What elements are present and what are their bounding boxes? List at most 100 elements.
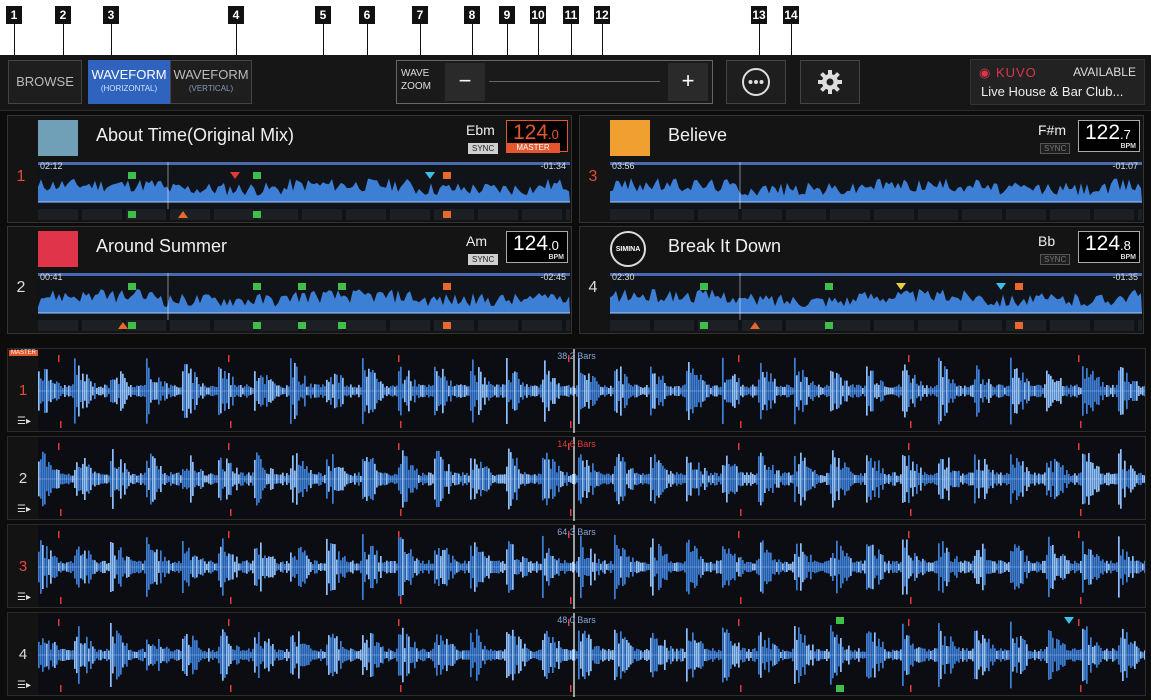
sync-button[interactable]: SYNC (1040, 143, 1071, 154)
rekordbox-screen: BROWSE WAVEFORM (HORIZONTAL) WAVEFORM (V… (0, 55, 1151, 700)
hot-cue-marker (128, 172, 136, 179)
bpm-display: 124.0 BPM (506, 231, 568, 263)
wave-zoom-control: WAVE ZOOM − + (396, 60, 713, 104)
overview-waveform-svg (610, 273, 1142, 331)
overview-waveform[interactable]: 02:12 -01:34 (38, 161, 570, 220)
hot-cue-marker (253, 322, 261, 329)
hot-cue-marker (443, 172, 451, 179)
kuvo-venue: Live House & Bar Club... (981, 84, 1124, 99)
callout-badge: 2 (55, 6, 71, 24)
hot-cue-marker (253, 172, 261, 179)
track-key: Am (466, 233, 487, 249)
track-title: Around Summer (96, 236, 228, 256)
bpm-integer: 124 (513, 121, 549, 144)
overview-waveform[interactable]: 03:56 -01:07 (610, 161, 1142, 220)
callout-badge: 5 (315, 6, 331, 24)
enlarged-waveform[interactable]: 4 ☰▸ 48.0 Bars (7, 612, 1146, 697)
waveform-horizontal-button[interactable]: WAVEFORM (HORIZONTAL) (88, 60, 170, 104)
deck-number: 3 (588, 168, 598, 185)
bpm-unit: BPM (1120, 254, 1136, 261)
more-button[interactable] (726, 60, 786, 104)
zoom-plus-button[interactable]: + (668, 63, 708, 101)
sync-button[interactable]: SYNC (1040, 254, 1071, 265)
bpm-display: 122.7 BPM (1078, 120, 1140, 152)
zoom-minus-button[interactable]: − (445, 63, 485, 101)
deck-panel[interactable]: 4 SIMINA Break It Down Bb 124.8 BPM SYNC 02:30 -… (579, 226, 1144, 334)
waveform-horizontal-label: WAVEFORM (91, 67, 167, 82)
deck-number: 4 (588, 279, 598, 296)
waveform-vertical-button[interactable]: WAVEFORM (VERTICAL) (170, 60, 252, 104)
hot-cue-marker (700, 322, 708, 329)
callout-badge: 1 (6, 6, 22, 24)
hot-cue-marker (1015, 322, 1023, 329)
beat-marker (1080, 421, 1082, 428)
beat-marker (230, 421, 232, 428)
overview-waveform[interactable]: 02:30 -01:35 (610, 272, 1142, 331)
remaining-time: -01:34 (540, 161, 566, 171)
kuvo-logo: ◉ KUVO (979, 65, 1037, 80)
callout-badge: 11 (563, 6, 579, 24)
enlarged-waveform-svg (38, 613, 1145, 697)
beat-marker (1080, 685, 1082, 692)
beat-marker (910, 421, 912, 428)
master-button[interactable]: MASTER (506, 143, 560, 153)
sync-button[interactable]: SYNC (468, 254, 499, 265)
gear-icon (818, 70, 842, 94)
zoom-slider-track[interactable] (489, 81, 660, 82)
enlarged-waveform[interactable]: 1 MASTER ☰▸ 38.2 Bars (7, 348, 1146, 433)
settings-button[interactable] (800, 60, 860, 104)
top-bar: BROWSE WAVEFORM (HORIZONTAL) WAVEFORM (V… (0, 55, 1151, 111)
kuvo-status: AVAILABLE (1073, 65, 1136, 79)
enlarged-waveform-svg (38, 525, 1145, 609)
hot-cue-marker (443, 322, 451, 329)
browse-button[interactable]: BROWSE (8, 60, 82, 104)
hot-cue-marker (443, 283, 451, 290)
remaining-time: -01:07 (1112, 161, 1138, 171)
hot-cue-marker (253, 283, 261, 290)
overview-waveform[interactable]: 00:41 -02:45 (38, 272, 570, 331)
memory-cue-marker (996, 283, 1006, 290)
enlarged-waveform[interactable]: 3 ☰▸ 64.3 Bars (7, 524, 1146, 609)
hot-cue-marker (825, 283, 833, 290)
hot-cue-marker (338, 283, 346, 290)
menu-icon[interactable]: ☰▸ (17, 504, 31, 515)
waveform-vertical-label: WAVEFORM (173, 67, 249, 82)
menu-icon[interactable]: ☰▸ (17, 416, 31, 427)
beat-marker (400, 597, 402, 604)
callout-badge: 12 (594, 6, 610, 24)
beat-marker (60, 597, 62, 604)
wave-zoom-label: WAVE ZOOM (401, 68, 431, 92)
overview-waveform-svg (38, 162, 570, 220)
beat-marker (60, 685, 62, 692)
beat-marker (570, 509, 572, 516)
kuvo-panel[interactable]: ◉ KUVO AVAILABLE Live House & Bar Club..… (970, 59, 1145, 105)
bars-remaining: 14.6 Bars (557, 439, 596, 449)
beat-marker (570, 421, 572, 428)
hot-cue-marker (443, 211, 451, 218)
hot-cue-marker (700, 283, 708, 290)
beat-marker (230, 685, 232, 692)
track-title: Believe (668, 125, 728, 145)
bpm-decimal: .8 (1120, 238, 1131, 253)
sync-button[interactable]: SYNC (468, 143, 499, 154)
menu-icon[interactable]: ☰▸ (17, 592, 31, 603)
remaining-time: -01:35 (1112, 272, 1138, 282)
album-art (610, 120, 650, 156)
menu-icon[interactable]: ☰▸ (17, 680, 31, 691)
album-art-text: SIMINA (615, 246, 641, 253)
deck-number: 1 (16, 168, 26, 185)
enlarged-waveform-svg (38, 437, 1145, 521)
enlarged-waveform[interactable]: 2 ☰▸ 14.6 Bars (7, 436, 1146, 521)
deck-panel[interactable]: 3 Believe F#m 122.7 BPM SYNC 03:56 -01:07 (579, 115, 1144, 223)
callout-badge: 3 (103, 6, 119, 24)
beat-marker (60, 509, 62, 516)
elapsed-time: 03:56 (612, 161, 635, 171)
deck-panel[interactable]: 2 Around Summer Am 124.0 BPM SYNC 00:41 -02:45 (7, 226, 572, 334)
beat-marker (400, 685, 402, 692)
bpm-unit: BPM (1120, 143, 1136, 150)
beat-marker (400, 421, 402, 428)
bars-remaining: 38.2 Bars (557, 351, 596, 361)
track-key: F#m (1038, 122, 1066, 138)
deck-panel[interactable]: 1 About Time(Original Mix) Ebm 124.0 SYNC MAS… (7, 115, 572, 223)
beat-marker (570, 685, 572, 692)
